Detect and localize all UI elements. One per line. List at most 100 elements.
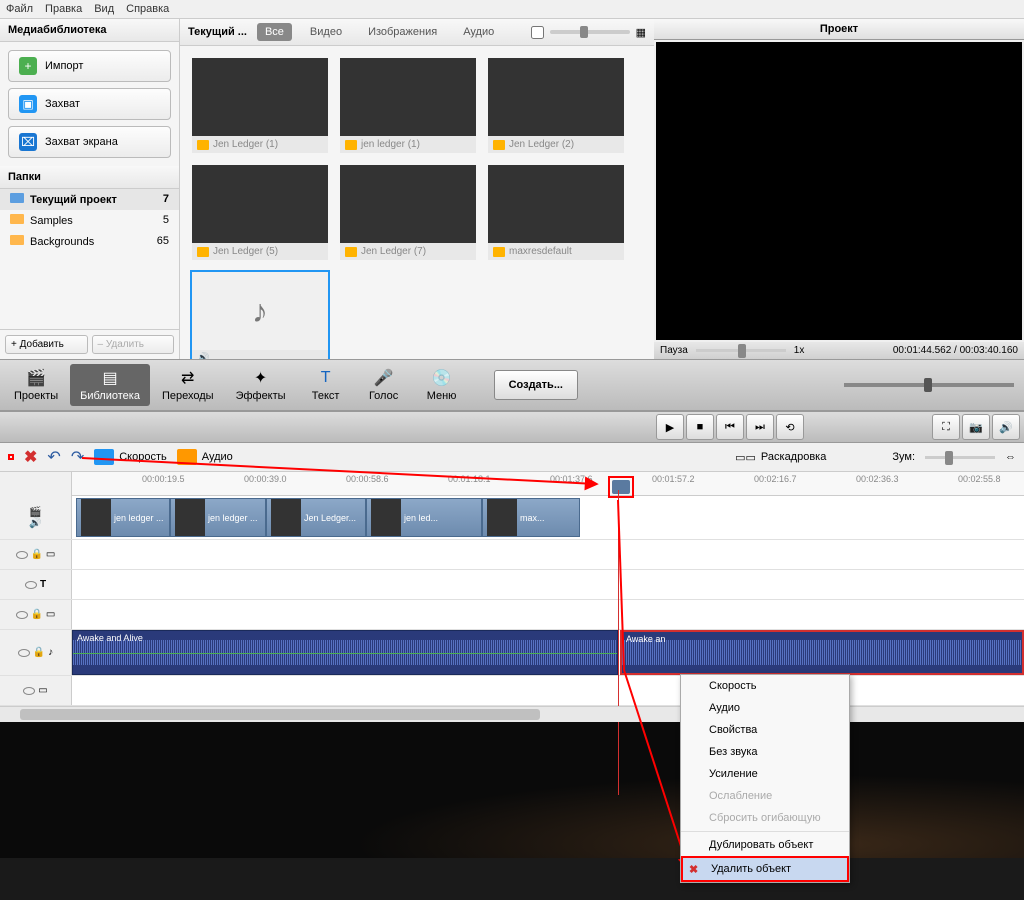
fit-icon[interactable]: ⇔	[1005, 451, 1016, 463]
media-thumb[interactable]: Jen Ledger (5)	[190, 163, 330, 262]
redo-icon[interactable]: ↷	[71, 447, 84, 467]
speed-button[interactable]: Скорость	[94, 449, 167, 465]
create-button[interactable]: Создать...	[494, 370, 578, 400]
media-thumb[interactable]: Jen Ledger (2)	[486, 56, 626, 155]
snapshot-button[interactable]: 📷	[962, 414, 990, 440]
ctx-audio[interactable]: Аудио	[681, 697, 849, 719]
ctx-reset-envelope[interactable]: Сбросить огибающую	[681, 807, 849, 829]
tab-audio[interactable]: Аудио	[455, 23, 502, 41]
next-button[interactable]: ⏭	[746, 414, 774, 440]
plus-icon: +	[19, 57, 37, 75]
overlay-track[interactable]	[72, 540, 1024, 569]
timeline-clip[interactable]: Jen Ledger...	[266, 498, 366, 537]
seek-slider[interactable]	[844, 383, 1014, 387]
play-button[interactable]: ▶	[656, 414, 684, 440]
thumb-image	[340, 165, 476, 243]
time-ruler[interactable]: 00:00:19.5 00:00:39.0 00:00:58.6 00:01:1…	[72, 472, 1024, 496]
loop-button[interactable]: ⟲	[776, 414, 804, 440]
audio-clip[interactable]: Awake and Alive	[72, 630, 618, 675]
menu-view[interactable]: Вид	[94, 3, 114, 15]
extra-track[interactable]	[72, 676, 1024, 705]
playback-status: Пауза	[660, 345, 688, 356]
preview-title: Проект	[654, 19, 1024, 40]
timeline-clip[interactable]: max...	[482, 498, 580, 537]
playhead-marker[interactable]	[612, 480, 630, 494]
audio-icon	[177, 449, 197, 465]
ctx-amplify[interactable]: Усиление	[681, 763, 849, 785]
thumb-size-slider[interactable]	[550, 30, 630, 34]
media-thumb-audio[interactable]: ♪ 🔊	[190, 270, 330, 359]
mic-icon: 🎤	[372, 368, 396, 388]
fx-icon: ✦	[249, 368, 273, 388]
timeline-zoom-slider[interactable]	[925, 456, 995, 459]
context-menu: Скорость Аудио Свойства Без звука Усилен…	[680, 674, 850, 883]
video-icon	[345, 140, 357, 150]
undo-icon[interactable]: ↶	[47, 447, 60, 467]
capture-button[interactable]: ▣ Захват	[8, 88, 171, 120]
prev-button[interactable]: ⏮	[716, 414, 744, 440]
menu-help[interactable]: Справка	[126, 3, 169, 15]
ctx-delete[interactable]: ✖ Удалить объект	[681, 856, 849, 882]
volume-button[interactable]: 🔊	[992, 414, 1020, 440]
menu-button[interactable]: 💿Меню	[414, 364, 470, 406]
media-thumb[interactable]: Jen Ledger (7)	[338, 163, 478, 262]
disc-icon: 💿	[430, 368, 454, 388]
menu-edit[interactable]: Правка	[45, 3, 82, 15]
folder-current-project[interactable]: Текущий проект 7	[0, 189, 179, 210]
tab-image[interactable]: Изображения	[360, 23, 445, 41]
ctx-speed[interactable]: Скорость	[681, 675, 849, 697]
tab-all[interactable]: Все	[257, 23, 292, 41]
thumb-toggle[interactable]	[531, 26, 544, 39]
audio-button[interactable]: Аудио	[177, 449, 233, 465]
browser-title: Текущий ...	[188, 26, 247, 38]
storyboard-button[interactable]: ▭▭Раскадровка	[735, 451, 826, 464]
tab-video[interactable]: Видео	[302, 23, 350, 41]
media-thumb[interactable]: maxresdefault	[486, 163, 626, 262]
folder-backgrounds[interactable]: Backgrounds 65	[0, 231, 179, 252]
audio-clip[interactable]: Awake an	[620, 630, 1024, 675]
media-thumb[interactable]: jen ledger (1)	[338, 56, 478, 155]
speedometer-icon	[94, 449, 114, 465]
overlay2-track[interactable]	[72, 600, 1024, 629]
effects-button[interactable]: ✦Эффекты	[226, 364, 296, 406]
overlay2-track-header: 🔒 ▭	[0, 600, 72, 629]
delete-icon[interactable]: ✖	[24, 447, 37, 467]
speed-slider[interactable]	[696, 349, 786, 352]
folder-list: Текущий проект 7 Samples 5 Backgrounds 6…	[0, 189, 179, 329]
video-track[interactable]: jen ledger ... jen ledger ... Jen Ledger…	[72, 496, 1024, 539]
menu-file[interactable]: Файл	[6, 3, 33, 15]
timeline-scrollbar[interactable]	[0, 706, 1024, 722]
library-button[interactable]: ▤Библиотека	[70, 364, 150, 406]
timeline-clip[interactable]: jen ledger ...	[170, 498, 266, 537]
timeline-clip[interactable]: jen led...	[366, 498, 482, 537]
ctx-duplicate[interactable]: Дублировать объект	[681, 834, 849, 856]
screen-capture-button[interactable]: ⌧ Захват экрана	[8, 126, 171, 158]
thumb-image	[192, 58, 328, 136]
text-track[interactable]	[72, 570, 1024, 599]
timeline-clip[interactable]: jen ledger ...	[76, 498, 170, 537]
add-folder-button[interactable]: + Добавить	[5, 335, 88, 354]
audio-track[interactable]: Awake and Alive Awake an	[72, 630, 1024, 675]
preview-viewport[interactable]	[656, 42, 1022, 340]
voice-button[interactable]: 🎤Голос	[356, 364, 412, 406]
projects-button[interactable]: 🎬Проекты	[4, 364, 68, 406]
ctx-attenuate[interactable]: Ослабление	[681, 785, 849, 807]
folders-title: Папки	[0, 166, 179, 189]
ctx-mute[interactable]: Без звука	[681, 741, 849, 763]
delete-folder-button[interactable]: – Удалить	[92, 335, 175, 354]
ctx-properties[interactable]: Свойства	[681, 719, 849, 741]
thumb-image	[488, 58, 624, 136]
timeline: 00:00:19.5 00:00:39.0 00:00:58.6 00:01:1…	[0, 472, 1024, 722]
text-track-header: T	[0, 570, 72, 599]
media-thumb[interactable]: Jen Ledger (1)	[190, 56, 330, 155]
fullscreen-button[interactable]: ⛶	[932, 414, 960, 440]
main-toolbar: 🎬Проекты ▤Библиотека ⇄Переходы ✦Эффекты …	[0, 359, 1024, 411]
text-button[interactable]: TТекст	[298, 364, 354, 406]
video-icon	[493, 247, 505, 257]
import-button[interactable]: + Импорт	[8, 50, 171, 82]
stop-button[interactable]: ■	[686, 414, 714, 440]
folder-samples[interactable]: Samples 5	[0, 210, 179, 231]
transitions-button[interactable]: ⇄Переходы	[152, 364, 224, 406]
zoom-label: Зум:	[892, 451, 915, 463]
overlay-track-header: 🔒 ▭	[0, 540, 72, 569]
